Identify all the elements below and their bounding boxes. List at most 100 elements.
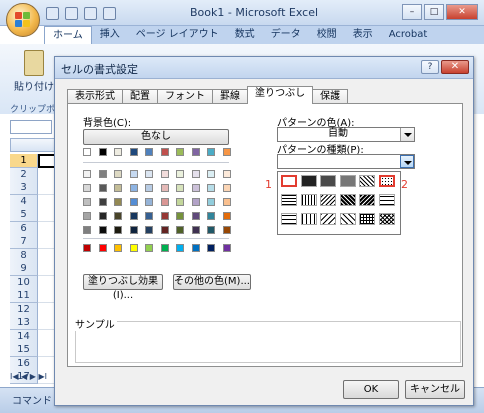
color-swatch[interactable] (129, 148, 138, 156)
row-header[interactable]: 12 (10, 302, 38, 317)
color-swatch[interactable] (207, 184, 215, 192)
ribbon-tab-insert[interactable]: 挿入 (92, 26, 128, 44)
color-swatch[interactable] (160, 212, 169, 220)
row-header[interactable]: 5 (10, 208, 38, 222)
pattern-option[interactable] (300, 175, 317, 187)
color-swatch[interactable] (83, 184, 91, 192)
office-button[interactable] (6, 3, 40, 37)
ribbon-tab-formulas[interactable]: 数式 (227, 26, 263, 44)
tab-alignment[interactable]: 配置 (122, 89, 158, 104)
pattern-option[interactable] (359, 194, 375, 206)
color-swatch[interactable] (83, 198, 91, 206)
color-swatch[interactable] (222, 170, 231, 178)
color-swatch[interactable] (129, 226, 138, 234)
color-swatch[interactable] (98, 244, 107, 252)
row-header[interactable]: 9 (10, 262, 38, 276)
color-swatch[interactable] (129, 170, 138, 178)
pattern-option[interactable] (300, 194, 317, 206)
color-swatch[interactable] (83, 170, 91, 178)
row-header[interactable]: 13 (10, 316, 38, 330)
tab-number[interactable]: 表示形式 (67, 89, 123, 104)
pattern-option[interactable] (320, 175, 336, 187)
color-swatch[interactable] (129, 212, 138, 220)
color-swatch[interactable] (222, 226, 231, 234)
color-swatch[interactable] (160, 226, 169, 234)
paste-icon[interactable] (24, 50, 44, 76)
color-swatch[interactable] (176, 184, 184, 192)
row-header[interactable]: 16 (10, 356, 38, 371)
color-swatch[interactable] (191, 148, 200, 156)
color-swatch[interactable] (160, 170, 169, 178)
color-swatch[interactable] (160, 198, 169, 206)
no-color-button[interactable]: 色なし (83, 129, 229, 145)
color-swatch[interactable] (207, 170, 215, 178)
pattern-option[interactable] (320, 213, 336, 225)
color-swatch[interactable] (222, 148, 231, 156)
color-swatch[interactable] (114, 226, 122, 234)
maximize-button[interactable]: □ (424, 4, 444, 20)
color-swatch[interactable] (160, 244, 169, 252)
row-header[interactable]: 8 (10, 248, 38, 263)
color-swatch[interactable] (83, 244, 91, 252)
cancel-button[interactable]: キャンセル (405, 380, 465, 399)
color-swatch[interactable] (98, 170, 107, 178)
color-swatch[interactable] (191, 226, 200, 234)
color-swatch[interactable] (191, 184, 200, 192)
color-swatch[interactable] (129, 198, 138, 206)
ok-button[interactable]: OK (343, 380, 399, 399)
color-swatch[interactable] (207, 226, 215, 234)
color-swatch[interactable] (222, 198, 231, 206)
color-swatch[interactable] (207, 212, 215, 220)
color-swatch[interactable] (222, 244, 231, 252)
color-swatch[interactable] (176, 226, 184, 234)
row-header[interactable]: 6 (10, 221, 38, 236)
color-swatch[interactable] (145, 198, 153, 206)
excel-close-button[interactable]: ✕ (446, 4, 478, 20)
pattern-option[interactable] (339, 175, 356, 187)
color-swatch[interactable] (191, 212, 200, 220)
pattern-option[interactable] (378, 194, 395, 206)
dialog-close-button[interactable]: ✕ (441, 60, 469, 74)
sheet-navigation[interactable]: I◀ ◀ ▶ ▶I (10, 372, 55, 384)
color-swatch[interactable] (145, 170, 153, 178)
pattern-option[interactable] (378, 213, 395, 225)
ribbon-tab-review[interactable]: 校閲 (309, 26, 345, 44)
row-header[interactable]: 11 (10, 289, 38, 303)
name-box[interactable] (10, 120, 52, 134)
color-swatch[interactable] (222, 212, 231, 220)
pattern-option[interactable] (281, 213, 297, 225)
tab-border[interactable]: 罫線 (212, 89, 248, 104)
color-swatch[interactable] (207, 198, 215, 206)
chevron-down-icon[interactable] (400, 128, 414, 141)
color-swatch[interactable] (145, 226, 153, 234)
row-header[interactable]: 2 (10, 167, 38, 182)
color-swatch[interactable] (114, 170, 122, 178)
pattern-option[interactable] (359, 213, 375, 225)
column-header-corner[interactable] (10, 138, 55, 152)
pattern-solid-option[interactable] (281, 175, 297, 187)
open-icon[interactable] (103, 6, 116, 20)
ribbon-tab-view[interactable]: 表示 (345, 26, 381, 44)
ribbon-tab-home[interactable]: ホーム (44, 26, 92, 44)
pattern-dotted-option[interactable] (378, 175, 395, 187)
ribbon-tab-page-layout[interactable]: ページ レイアウト (128, 26, 227, 44)
undo-icon[interactable] (65, 6, 78, 20)
color-swatch[interactable] (176, 244, 184, 252)
color-swatch[interactable] (98, 212, 107, 220)
more-colors-button[interactable]: その他の色(M)... (173, 274, 251, 290)
color-swatch[interactable] (207, 148, 215, 156)
row-header[interactable]: 15 (10, 343, 38, 357)
color-swatch[interactable] (114, 198, 122, 206)
color-swatch[interactable] (191, 170, 200, 178)
fill-effects-button[interactable]: 塗りつぶし効果(I)... (83, 274, 163, 301)
minimize-button[interactable]: – (402, 4, 422, 20)
color-swatch[interactable] (98, 184, 107, 192)
row-header[interactable]: 14 (10, 329, 38, 344)
row-header[interactable]: 1 (10, 154, 38, 168)
row-header[interactable]: 10 (10, 275, 38, 290)
color-swatch[interactable] (176, 170, 184, 178)
tab-protection[interactable]: 保護 (312, 89, 349, 104)
color-swatch[interactable] (160, 184, 169, 192)
chevron-down-icon[interactable] (400, 155, 414, 168)
row-header[interactable]: 3 (10, 181, 38, 195)
